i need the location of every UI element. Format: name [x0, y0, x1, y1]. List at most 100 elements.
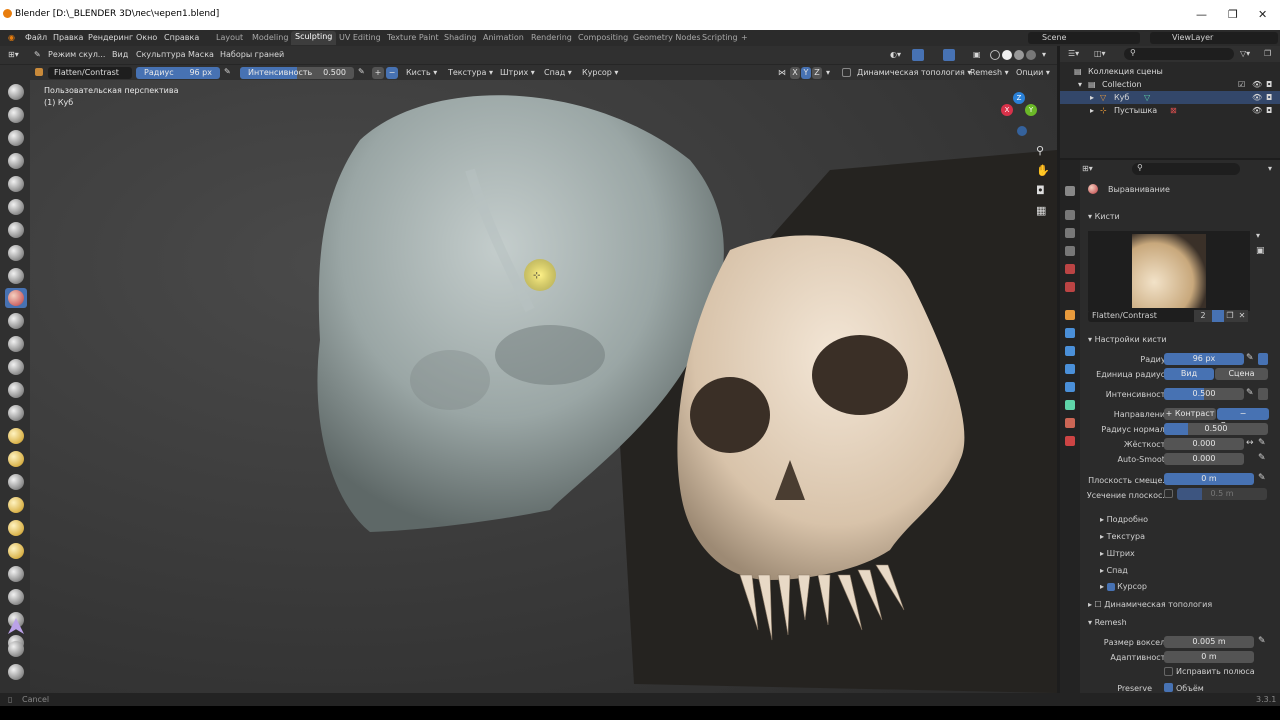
expand-icon[interactable]: ▸ — [1090, 106, 1094, 115]
cursor-checkbox[interactable] — [1106, 582, 1115, 591]
strength-field[interactable]: 0.500 — [1164, 388, 1244, 400]
direction-add-button[interactable]: + — [372, 67, 384, 79]
radius-pressure-icon[interactable]: ✎ — [1246, 353, 1254, 363]
subpanel-cursor[interactable]: ▸ Курсор — [1100, 582, 1147, 591]
strength-pressure-icon[interactable]: ✎ — [1246, 388, 1254, 398]
dropdown-cursor[interactable]: Курсор ▾ — [582, 68, 618, 77]
brush-selector[interactable]: Flatten/Contrast — [48, 67, 132, 79]
mode-selector[interactable]: Режим скул... — [48, 50, 105, 59]
gizmo-x-axis[interactable]: X — [1001, 104, 1013, 116]
new-collection-icon[interactable]: ❐ — [1264, 49, 1271, 58]
radius-pressure-icon[interactable]: ✎ — [224, 67, 231, 76]
tool-slide-relax-icon[interactable] — [8, 589, 24, 605]
adaptivity-field[interactable]: 0 m — [1164, 651, 1254, 663]
direction-subtract-button[interactable]: − — [386, 67, 398, 79]
radius-unit-view-button[interactable]: Вид — [1164, 368, 1214, 380]
tool-elastic-deform-icon[interactable] — [8, 451, 24, 467]
outliner-item-cube[interactable]: ▸ ▽ Куб ▽ 👁 ◘ — [1060, 91, 1280, 104]
fix-poles-checkbox[interactable] — [1164, 667, 1173, 676]
outliner-search-input[interactable]: ⚲ — [1124, 48, 1234, 60]
menu-render[interactable]: Рендеринг — [88, 33, 133, 42]
zoom-icon[interactable]: ⚲ — [1036, 144, 1044, 157]
menu-mask[interactable]: Маска — [188, 50, 214, 59]
subpanel-detail[interactable]: ▸ Подробно — [1100, 515, 1148, 524]
tool-snake-hook-icon[interactable] — [8, 474, 24, 490]
brush-name-field[interactable]: Flatten/Contrast — [1088, 310, 1198, 322]
camera-icon[interactable]: ◘ — [1266, 93, 1272, 102]
scene-selector[interactable]: Scene — [1028, 32, 1140, 44]
tool-thumb-icon[interactable] — [8, 497, 24, 513]
menu-help[interactable]: Справка — [164, 33, 199, 42]
tool-pose-icon[interactable] — [8, 520, 24, 536]
strength-pressure-icon[interactable]: ✎ — [358, 67, 365, 76]
subpanel-stroke[interactable]: ▸ Штрих — [1100, 549, 1135, 558]
outliner-collection[interactable]: ▾ ▤ Collection ☑ 👁 ◘ — [1060, 78, 1280, 91]
tool-multiplane-scrape-icon[interactable] — [8, 382, 24, 398]
fake-user-icon[interactable] — [1212, 310, 1224, 322]
radius-unit-scene-button[interactable]: Сцена — [1215, 368, 1268, 380]
tab-geometry-nodes[interactable]: Geometry Nodes — [633, 33, 700, 42]
plane-offset-field[interactable]: 0 m — [1164, 473, 1254, 485]
tool-face-set-icon[interactable] — [8, 664, 24, 680]
tab-constraints-icon[interactable] — [1065, 382, 1075, 392]
shading-options-icon[interactable]: ▾ — [1042, 50, 1046, 59]
tab-view-layer-icon[interactable] — [1065, 246, 1075, 256]
menu-sculpt[interactable]: Скульптура — [136, 50, 186, 59]
tab-texture-icon[interactable] — [1065, 436, 1075, 446]
strength-field[interactable]: Интенсивность 0.500 — [240, 67, 354, 79]
tab-object-icon[interactable] — [1065, 310, 1075, 320]
tab-rendering[interactable]: Rendering — [531, 33, 572, 42]
outliner-item-empty[interactable]: ▸ ⊹ Пустышка ⊠ 👁 ◘ — [1060, 104, 1280, 117]
editor-type-icon[interactable]: ⊞▾ — [8, 50, 19, 59]
expand-icon[interactable]: ▸ — [1090, 93, 1094, 102]
menu-file[interactable]: Файл — [25, 33, 47, 42]
close-icon[interactable]: ✕ — [1258, 8, 1267, 21]
gizmo-toggle-icon[interactable] — [912, 49, 924, 61]
remesh-dropdown[interactable]: Remesh ▾ — [970, 68, 1009, 77]
add-workspace-button[interactable]: + — [741, 33, 748, 42]
duplicate-brush-icon[interactable]: ❐ — [1224, 310, 1236, 322]
pan-hand-icon[interactable]: ✋ — [1036, 164, 1050, 177]
tab-scene-icon[interactable] — [1065, 264, 1075, 274]
menu-edit[interactable]: Правка — [53, 33, 83, 42]
eye-icon[interactable]: 👁 — [1252, 93, 1262, 102]
tab-material-icon[interactable] — [1065, 418, 1075, 428]
dyntopo-dropdown[interactable]: Динамическая топология ▾ — [857, 68, 971, 77]
direction-flatten-button[interactable]: − Выравни... — [1217, 408, 1269, 430]
blender-menu-icon[interactable]: ◉ — [8, 33, 15, 42]
tool-draw-icon[interactable] — [8, 84, 24, 100]
shading-material-icon[interactable] — [1014, 50, 1024, 60]
radius-field[interactable]: Радиус 96 px — [136, 67, 220, 79]
tab-output-icon[interactable] — [1065, 228, 1075, 238]
tool-blob-icon[interactable] — [8, 245, 24, 261]
brush-preview-box[interactable] — [1088, 231, 1250, 311]
display-mode-icon[interactable]: ◫▾ — [1094, 49, 1106, 58]
voxel-size-field[interactable]: 0.005 m — [1164, 636, 1254, 648]
brush-image-icon[interactable]: ▣ — [1256, 246, 1265, 256]
properties-options-icon[interactable]: ▾ — [1268, 164, 1272, 173]
dropdown-texture[interactable]: Текстура ▾ — [448, 68, 493, 77]
hardness-invert-icon[interactable]: ↔ — [1246, 438, 1254, 448]
tab-world-icon[interactable] — [1065, 282, 1075, 292]
tab-sculpting[interactable]: Sculpting — [291, 31, 337, 45]
plane-offset-pressure-icon[interactable]: ✎ — [1258, 473, 1266, 483]
overlay-toggle-icon[interactable] — [943, 49, 955, 61]
gizmo-z-axis[interactable]: Z — [1013, 92, 1025, 104]
tool-inflate-icon[interactable] — [8, 222, 24, 238]
camera-view-icon[interactable]: ◘ — [1036, 184, 1045, 197]
tab-scripting[interactable]: Scripting — [702, 33, 738, 42]
tab-modeling[interactable]: Modeling — [252, 33, 288, 42]
symmetry-x-toggle[interactable]: X — [790, 67, 800, 79]
checkbox-icon[interactable]: ☑ — [1238, 80, 1245, 89]
symmetry-z-toggle[interactable]: Z — [812, 67, 822, 79]
tab-data-icon[interactable] — [1065, 400, 1075, 410]
autosmooth-pressure-icon[interactable]: ✎ — [1258, 453, 1266, 463]
radius-field[interactable]: 96 px — [1164, 353, 1244, 365]
shading-solid-icon[interactable] — [1002, 50, 1012, 60]
filter-icon[interactable]: ▽▾ — [1240, 49, 1250, 58]
shading-rendered-icon[interactable] — [1026, 50, 1036, 60]
direction-contrast-button[interactable]: + Контраст — [1164, 408, 1216, 420]
voxel-sample-icon[interactable]: ✎ — [1258, 636, 1266, 646]
subpanel-falloff[interactable]: ▸ Спад — [1100, 566, 1128, 575]
eye-icon[interactable]: 👁 — [1252, 80, 1262, 89]
